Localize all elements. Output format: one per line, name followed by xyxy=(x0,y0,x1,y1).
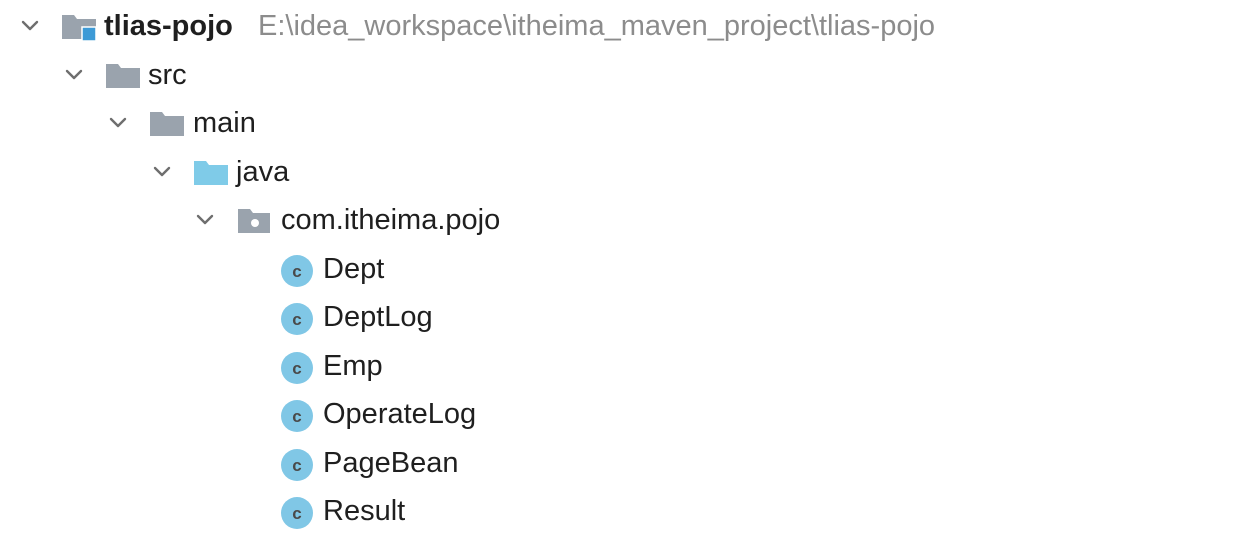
tree-node-class[interactable]: c Emp xyxy=(0,342,1254,390)
class-icon: c xyxy=(281,497,313,529)
class-icon-letter: c xyxy=(292,359,301,378)
chevron-down-icon[interactable] xyxy=(150,160,174,184)
folder-icon xyxy=(106,64,140,88)
tree-node-main[interactable]: main xyxy=(0,99,1254,147)
tree-node-class[interactable]: c Dept xyxy=(0,245,1254,293)
chevron-down-icon[interactable] xyxy=(193,208,217,232)
tree-node-class[interactable]: c DeptLog xyxy=(0,293,1254,341)
class-icon-letter: c xyxy=(292,456,301,475)
tree-node-label: Dept xyxy=(323,253,385,285)
class-icon: c xyxy=(281,449,313,481)
tree-node-label: OperateLog xyxy=(323,398,477,430)
class-icon-letter: c xyxy=(292,407,301,426)
tree-node-package[interactable]: com.itheima.pojo xyxy=(0,196,1254,244)
tree-node-label: Emp xyxy=(323,350,383,382)
tree-node-java[interactable]: java xyxy=(0,148,1254,196)
class-icon-letter: c xyxy=(292,310,301,329)
tree-node-src[interactable]: src xyxy=(0,51,1254,99)
folder-icon xyxy=(150,112,184,136)
source-root-folder-icon xyxy=(194,161,228,185)
tree-node-tlias-pojo[interactable]: tlias-pojo E:\idea_workspace\itheima_mav… xyxy=(0,2,1254,50)
class-icon-letter: c xyxy=(292,262,301,281)
chevron-down-icon[interactable] xyxy=(106,111,130,135)
module-path: E:\idea_workspace\itheima_maven_project\… xyxy=(258,10,936,42)
class-icon-letter: c xyxy=(292,504,301,523)
tree-node-label: Result xyxy=(323,495,406,527)
module-folder-icon xyxy=(62,15,97,42)
tree-node-label: com.itheima.pojo xyxy=(281,204,501,236)
class-icon: c xyxy=(281,255,313,287)
tree-node-label: java xyxy=(236,156,290,188)
package-folder-icon xyxy=(238,209,270,233)
class-icon: c xyxy=(281,303,313,335)
tree-node-label: PageBean xyxy=(323,447,459,479)
chevron-down-icon[interactable] xyxy=(18,14,42,38)
tree-node-class[interactable]: c OperateLog xyxy=(0,390,1254,438)
tree-node-label: src xyxy=(148,59,187,91)
class-icon: c xyxy=(281,400,313,432)
tree-node-label: main xyxy=(193,107,256,139)
tree-node-label: DeptLog xyxy=(323,301,433,333)
class-icon: c xyxy=(281,352,313,384)
chevron-down-icon[interactable] xyxy=(62,63,86,87)
tree-node-class[interactable]: c Result xyxy=(0,487,1254,535)
tree-node-class[interactable]: c PageBean xyxy=(0,439,1254,487)
project-tree: tlias-pojo E:\idea_workspace\itheima_mav… xyxy=(0,0,1254,545)
tree-node-label: tlias-pojo xyxy=(104,10,233,42)
